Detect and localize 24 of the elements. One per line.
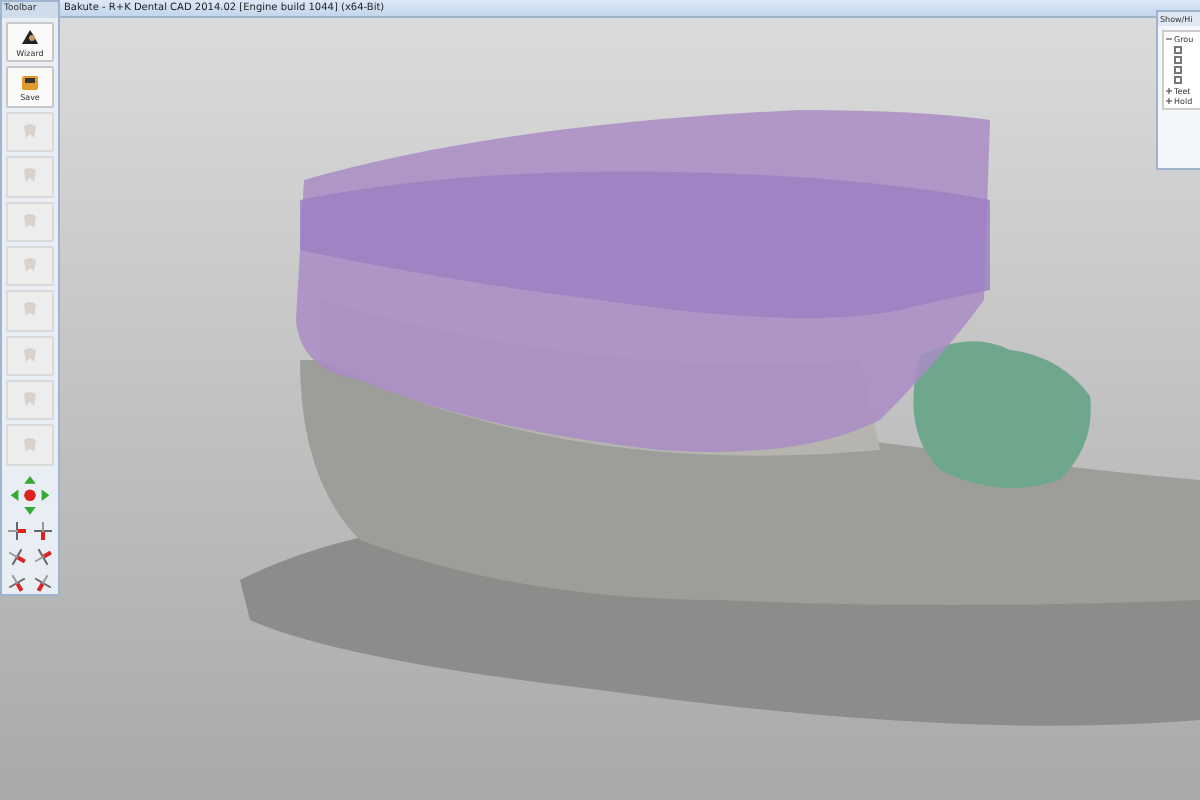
tooth-icon	[20, 435, 40, 456]
tooth-icon	[20, 256, 40, 277]
checkbox[interactable]	[1174, 56, 1182, 64]
save-icon	[20, 72, 40, 93]
tooth-icon	[20, 211, 40, 232]
tooth-icon	[20, 390, 40, 411]
navigation-arrows-icon[interactable]	[8, 473, 52, 517]
checkbox[interactable]	[1174, 66, 1182, 74]
checkbox[interactable]	[1174, 76, 1182, 84]
axis-icon[interactable]	[32, 520, 54, 543]
tooth-icon	[20, 300, 40, 321]
tooth-icon	[20, 166, 40, 187]
expander-icon[interactable]	[1166, 98, 1172, 104]
axis-icon[interactable]	[6, 572, 28, 595]
wizard-hat-icon	[20, 27, 40, 48]
axis-icon[interactable]	[6, 546, 28, 569]
axis-icon[interactable]	[32, 572, 54, 595]
tooth-icon	[20, 345, 40, 366]
axis-icon[interactable]	[32, 546, 54, 569]
expander-icon[interactable]	[1166, 36, 1172, 42]
checkbox[interactable]	[1174, 46, 1182, 54]
tooth-icon	[20, 121, 40, 142]
expander-icon[interactable]	[1166, 88, 1172, 94]
axis-icon[interactable]	[6, 520, 28, 543]
